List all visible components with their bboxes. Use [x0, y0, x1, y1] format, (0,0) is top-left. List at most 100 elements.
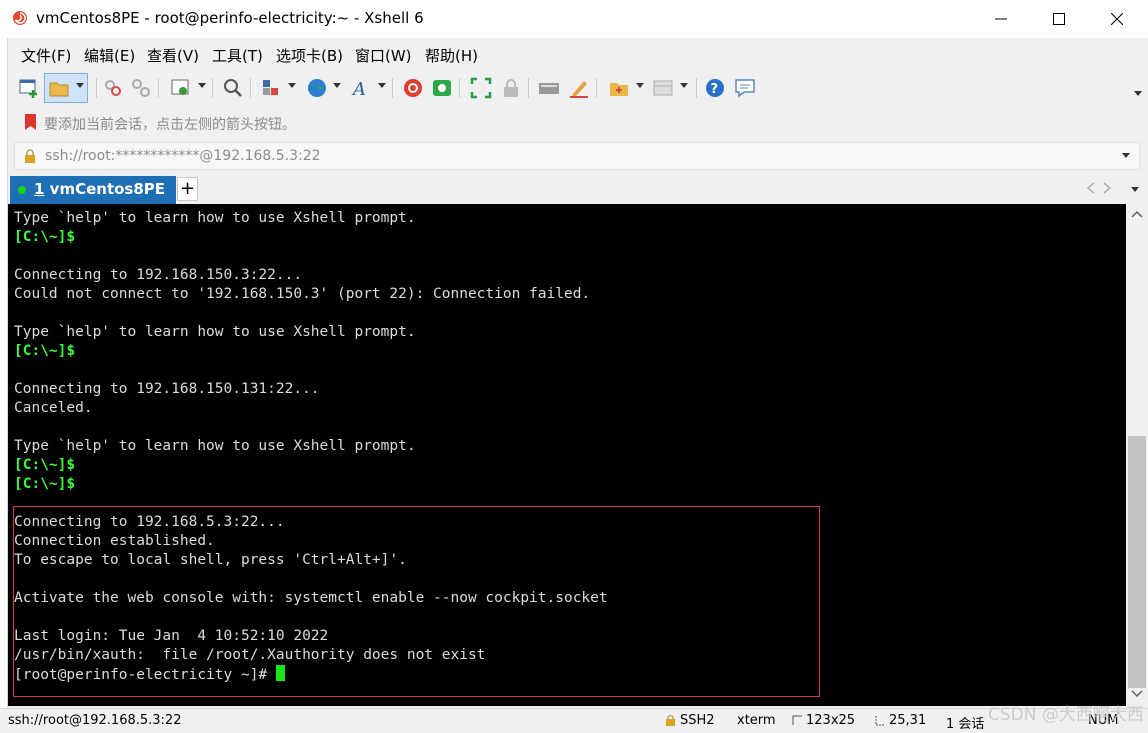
minimize-button[interactable]	[972, 0, 1030, 38]
chevron-down-icon[interactable]	[1122, 153, 1130, 158]
menu-file[interactable]: 文件(F)	[21, 45, 71, 66]
lock-icon	[666, 715, 675, 726]
scroll-down-icon[interactable]	[1131, 690, 1143, 698]
toolbar-separator	[212, 78, 213, 98]
status-cursor-position: 25,31	[889, 713, 927, 728]
address-bar[interactable]: ssh://root:************@192.168.5.3:22	[14, 142, 1140, 170]
chevron-down-icon[interactable]	[636, 83, 644, 88]
terminal-line: Connecting to 192.168.150.3:22...	[14, 267, 303, 283]
terminal-view[interactable]: Type `help' to learn how to use Xshell p…	[8, 204, 1126, 706]
menu-view[interactable]: 查看(V)	[147, 45, 199, 66]
status-session: ssh://root@192.168.5.3:22	[8, 713, 182, 728]
menu-tools[interactable]: 工具(T)	[212, 45, 263, 66]
status-terminal-size: 123x25	[806, 713, 856, 728]
terminal-prompt: [C:\~]$	[14, 229, 76, 245]
chevron-down-icon[interactable]	[333, 83, 341, 88]
find-icon[interactable]	[222, 77, 244, 99]
terminal-line: Could not connect to '192.168.150.3' (po…	[14, 286, 591, 302]
toolbar-separator	[250, 78, 251, 98]
toolbar-separator	[96, 78, 97, 98]
terminal-line: Type `help' to learn how to use Xshell p…	[14, 438, 416, 454]
terminal-prompt: [C:\~]$	[14, 476, 76, 492]
chevron-down-icon[interactable]	[76, 83, 84, 88]
lock-icon	[25, 149, 35, 163]
watermark: CSDN @大西啊大西	[988, 705, 1144, 725]
address-input[interactable]: ssh://root:************@192.168.5.3:22	[45, 148, 321, 164]
menu-edit[interactable]: 编辑(E)	[84, 45, 135, 66]
terminal-prompt: [C:\~]$	[14, 457, 76, 473]
menu-bar: 文件(F) 编辑(E) 查看(V) 工具(T) 选项卡(B) 窗口(W) 帮助(…	[8, 40, 1148, 68]
transfer-icon[interactable]	[260, 77, 282, 99]
status-sessions: 1 会话	[946, 717, 985, 732]
highlight-box	[13, 506, 820, 697]
maximize-button[interactable]	[1030, 0, 1088, 38]
disconnect-icon[interactable]	[130, 77, 152, 99]
new-session-icon[interactable]	[18, 77, 40, 99]
terminal-line: Canceled.	[14, 400, 93, 416]
menu-tabs[interactable]: 选项卡(B)	[276, 45, 343, 66]
terminal-line: Type `help' to learn how to use Xshell p…	[14, 324, 416, 340]
window-title: vmCentos8PE - root@perinfo-electricity:~…	[36, 9, 424, 27]
xftp-icon[interactable]	[431, 77, 453, 99]
open-folder-icon	[49, 82, 69, 97]
menu-window[interactable]: 窗口(W)	[355, 45, 412, 66]
scrollbar-thumb[interactable]	[1128, 436, 1146, 688]
status-bar: ssh://root@192.168.5.3:22 SSH2 xterm 123…	[0, 708, 1148, 733]
tab-title: vmCentos8PE	[49, 180, 166, 198]
add-folder-icon[interactable]	[608, 77, 630, 99]
lock-icon[interactable]	[500, 77, 522, 99]
maximize-icon	[1053, 13, 1065, 25]
help-icon[interactable]: ?	[704, 77, 726, 99]
highlight-pen-icon[interactable]	[568, 77, 590, 99]
chevron-down-icon[interactable]	[680, 83, 688, 88]
xshell-icon[interactable]	[402, 77, 424, 99]
globe-icon[interactable]	[306, 77, 328, 99]
toolbar-overflow-icon[interactable]	[1134, 91, 1142, 96]
font-icon[interactable]: A	[351, 77, 373, 99]
toolbar-separator	[596, 78, 597, 98]
toolbar-separator	[459, 78, 460, 98]
add-tab-button[interactable]: +	[177, 177, 198, 201]
toolbar-separator	[158, 78, 159, 98]
title-bar: vmCentos8PE - root@perinfo-electricity:~…	[0, 0, 1148, 38]
chevron-down-icon[interactable]	[378, 83, 386, 88]
keyboard-icon[interactable]	[538, 77, 560, 99]
tab-scroll-right-icon[interactable]	[1102, 182, 1112, 194]
toolbar-separator	[528, 78, 529, 98]
tab-vmcentos8pe[interactable]: 1 vmCentos8PE	[10, 176, 176, 204]
scroll-up-icon[interactable]	[1131, 210, 1143, 218]
chevron-down-icon[interactable]	[288, 83, 296, 88]
xshell-logo-icon	[13, 11, 27, 25]
tab-bar: 1 vmCentos8PE +	[8, 174, 1148, 204]
tab-scroll-left-icon[interactable]	[1086, 182, 1096, 194]
toolbar: A ?	[8, 70, 1148, 106]
status-terminal-type: xterm	[737, 713, 776, 728]
tab-label: 1 vmCentos8PE	[34, 180, 165, 198]
toolbar-separator	[696, 78, 697, 98]
status-protocol: SSH2	[680, 713, 715, 728]
fullscreen-icon[interactable]	[470, 77, 492, 99]
size-icon	[792, 715, 802, 725]
chevron-down-icon[interactable]	[198, 83, 206, 88]
chat-icon[interactable]	[734, 77, 756, 99]
cursor-position-icon	[875, 716, 884, 726]
svg-text:A: A	[351, 79, 366, 99]
background-window-edge	[0, 38, 8, 708]
minimize-icon	[995, 18, 1007, 20]
layout-icon[interactable]	[652, 77, 674, 99]
terminal-line: Type `help' to learn how to use Xshell p…	[14, 210, 416, 226]
tab-number: 1	[34, 180, 45, 198]
close-button[interactable]	[1088, 0, 1146, 38]
close-icon	[1111, 13, 1123, 25]
terminal-line: Connecting to 192.168.150.131:22...	[14, 381, 320, 397]
toolbar-separator	[392, 78, 393, 98]
reconnect-icon[interactable]	[102, 77, 124, 99]
hint-bar: 要添加当前会话，点击左侧的箭头按钮。	[8, 108, 1148, 136]
terminal-prompt: [C:\~]$	[14, 343, 76, 359]
bookmark-arrow-icon[interactable]	[22, 113, 40, 131]
properties-icon[interactable]	[170, 77, 192, 99]
svg-text:?: ?	[711, 82, 719, 97]
menu-help[interactable]: 帮助(H)	[425, 45, 478, 66]
hint-text: 要添加当前会话，点击左侧的箭头按钮。	[44, 117, 296, 133]
tab-list-chevron-icon[interactable]	[1131, 187, 1139, 192]
